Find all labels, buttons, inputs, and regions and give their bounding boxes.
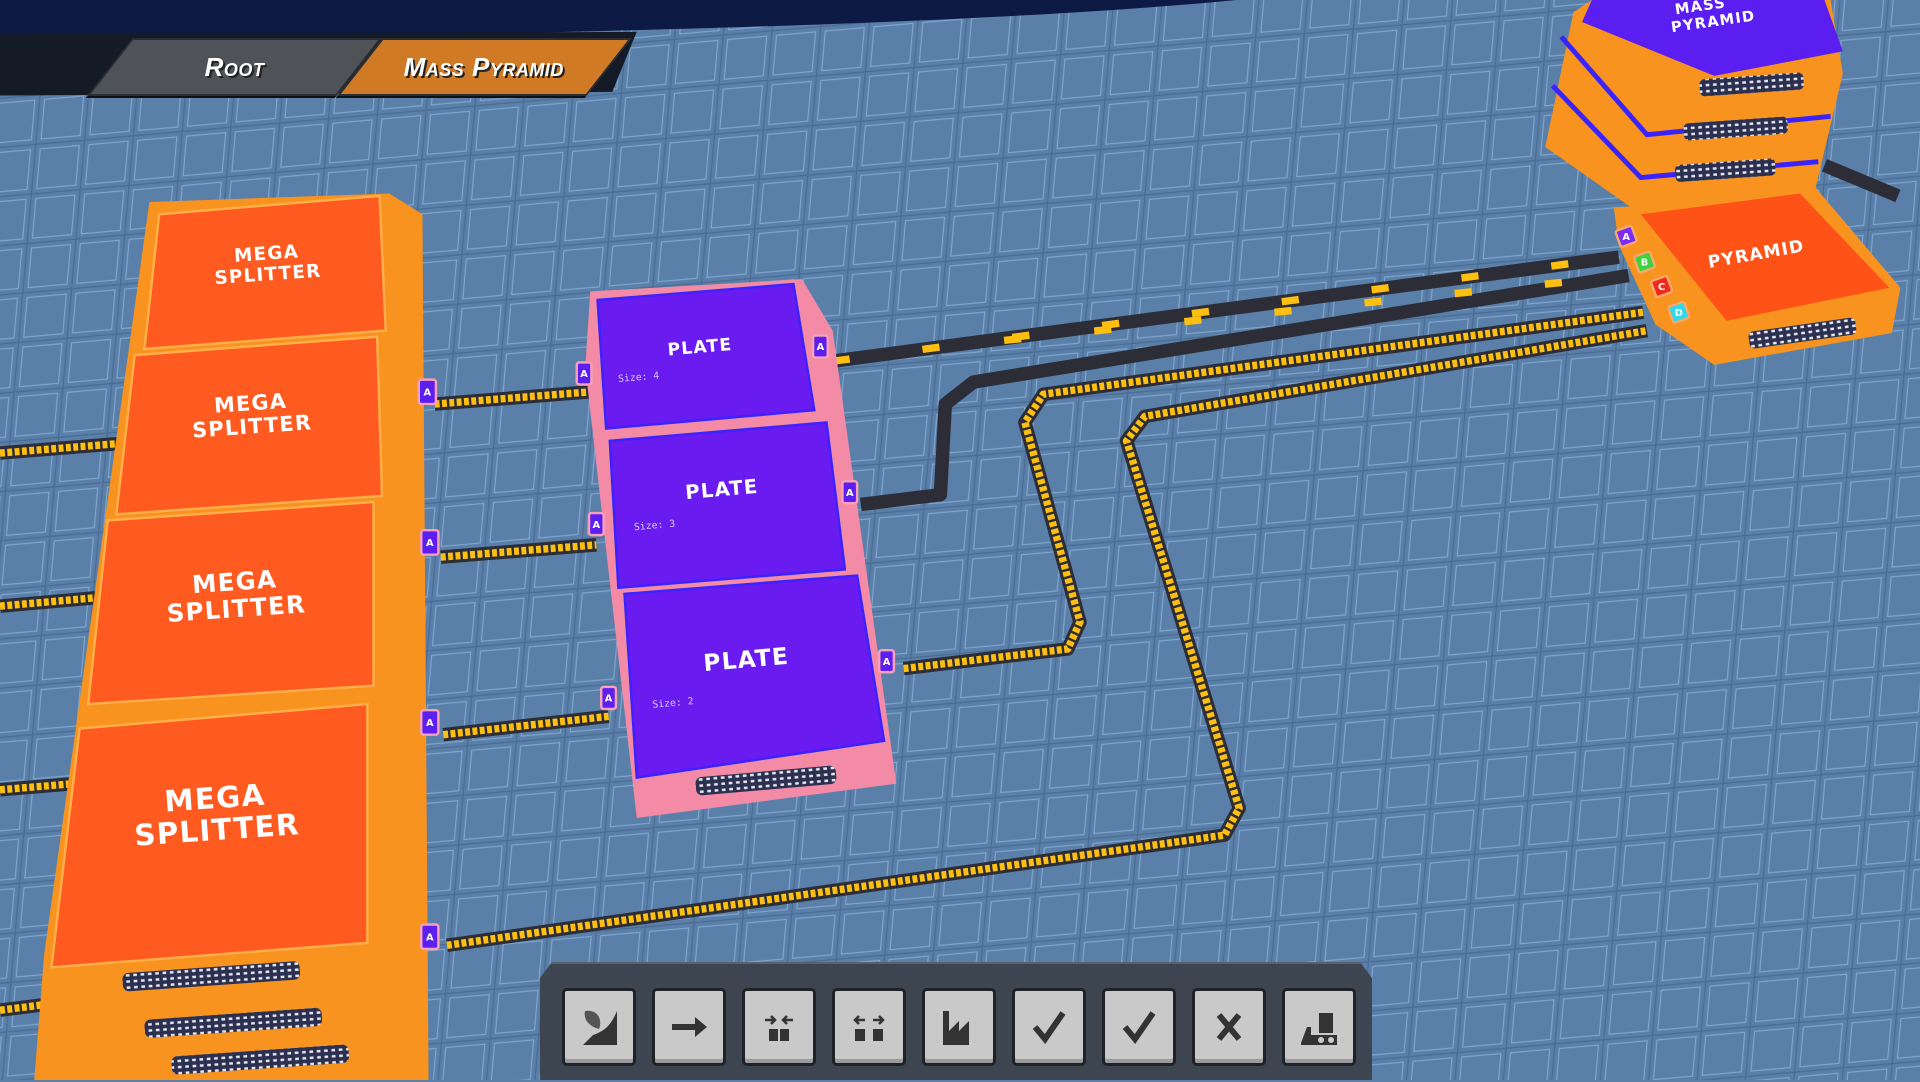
port-label: A	[1622, 232, 1630, 243]
plate-top	[624, 576, 884, 778]
plate-block[interactable]: PLATESize: 3AA	[589, 422, 857, 587]
port-label: A	[605, 694, 613, 705]
breadcrumb-root-label: Root	[205, 52, 265, 83]
port-label: A	[426, 718, 434, 729]
plate-top	[610, 422, 845, 587]
factory-icon	[937, 1005, 981, 1049]
port-label: A	[846, 488, 854, 499]
cross-icon	[1207, 1005, 1251, 1049]
port-label: A	[426, 538, 434, 549]
conveyor-arrow-icon	[667, 1005, 711, 1049]
demolish-icon	[577, 1005, 621, 1049]
split-tool-button[interactable]	[832, 988, 906, 1066]
port-label: A	[817, 342, 825, 353]
conveyor-arrow-tool-button[interactable]	[652, 988, 726, 1066]
merge-tool-button[interactable]	[742, 988, 816, 1066]
breadcrumb-mass-pyramid[interactable]: Mass Pyramid	[337, 38, 631, 96]
check-tool-button[interactable]	[1012, 988, 1086, 1066]
check-icon	[1027, 1005, 1071, 1049]
breadcrumb-mass-pyramid-label: Mass Pyramid	[404, 52, 564, 83]
split-icon	[847, 1005, 891, 1049]
check-icon	[1117, 1005, 1161, 1049]
check-tool-button[interactable]	[1102, 988, 1176, 1066]
port-label: A	[426, 932, 434, 943]
port-label: D	[1675, 308, 1683, 319]
factory-tool-button[interactable]	[922, 988, 996, 1066]
port-label: A	[593, 520, 601, 531]
port-label: A	[424, 388, 432, 399]
port-label: A	[580, 369, 588, 380]
bulldozer-icon	[1297, 1005, 1341, 1049]
port-label: B	[1641, 258, 1648, 269]
build-toolbar	[540, 962, 1372, 1082]
merge-icon	[757, 1005, 801, 1049]
port-label: A	[883, 657, 891, 668]
breadcrumb-root[interactable]: Root	[87, 38, 381, 96]
factory-scene[interactable]: MEGASPLITTERAMEGASPLITTERAMEGASPLITTERAM…	[0, 0, 1920, 1080]
demolish-tool-button[interactable]	[562, 988, 636, 1066]
plate-block[interactable]: PLATESize: 4AA	[577, 284, 828, 428]
cross-tool-button[interactable]	[1192, 988, 1266, 1066]
bulldozer-tool-button[interactable]	[1282, 988, 1356, 1066]
port-label: C	[1658, 282, 1665, 293]
